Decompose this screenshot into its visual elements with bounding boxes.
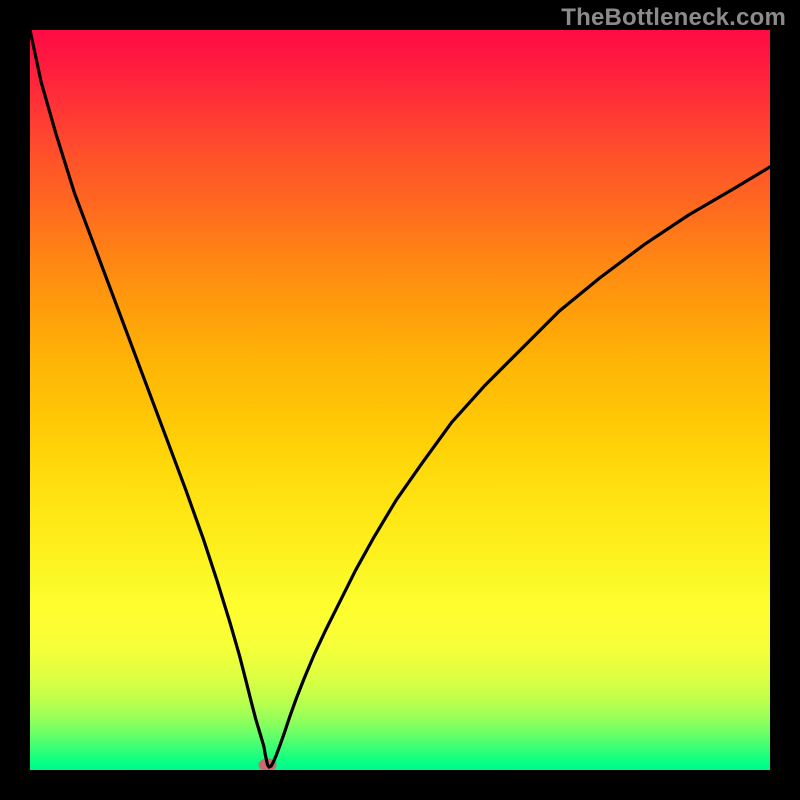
- curve-svg: [30, 30, 770, 770]
- plot-area: [30, 30, 770, 770]
- watermark-text: TheBottleneck.com: [561, 4, 786, 32]
- chart-frame: TheBottleneck.com: [0, 0, 800, 800]
- bottleneck-curve: [30, 30, 770, 767]
